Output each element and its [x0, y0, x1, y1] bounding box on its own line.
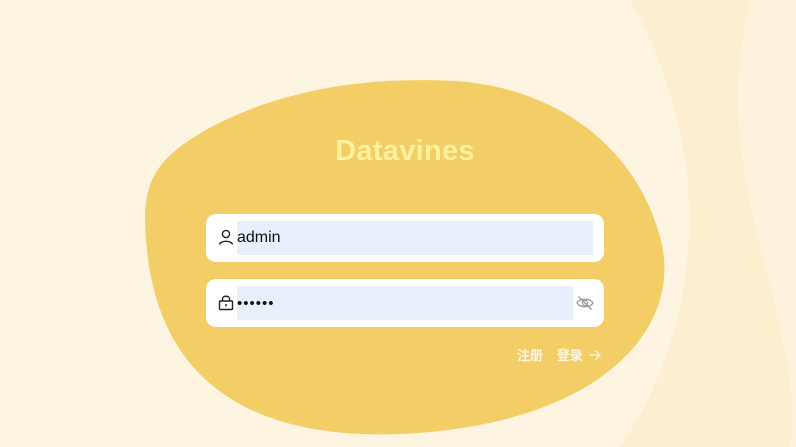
- login-button[interactable]: 登录: [557, 345, 602, 364]
- username-field[interactable]: [206, 214, 604, 262]
- arrow-right-icon: [589, 349, 601, 360]
- password-field[interactable]: [206, 279, 604, 327]
- password-input[interactable]: [237, 286, 573, 320]
- username-input[interactable]: [237, 221, 593, 255]
- register-link[interactable]: 注册: [517, 348, 543, 363]
- lock-icon: [218, 295, 234, 311]
- app-title: Datavines: [335, 135, 475, 167]
- form-links: 注册 登录: [517, 345, 602, 364]
- user-icon: [218, 229, 234, 245]
- eye-off-icon[interactable]: [575, 293, 595, 313]
- login-label: 登录: [556, 348, 583, 363]
